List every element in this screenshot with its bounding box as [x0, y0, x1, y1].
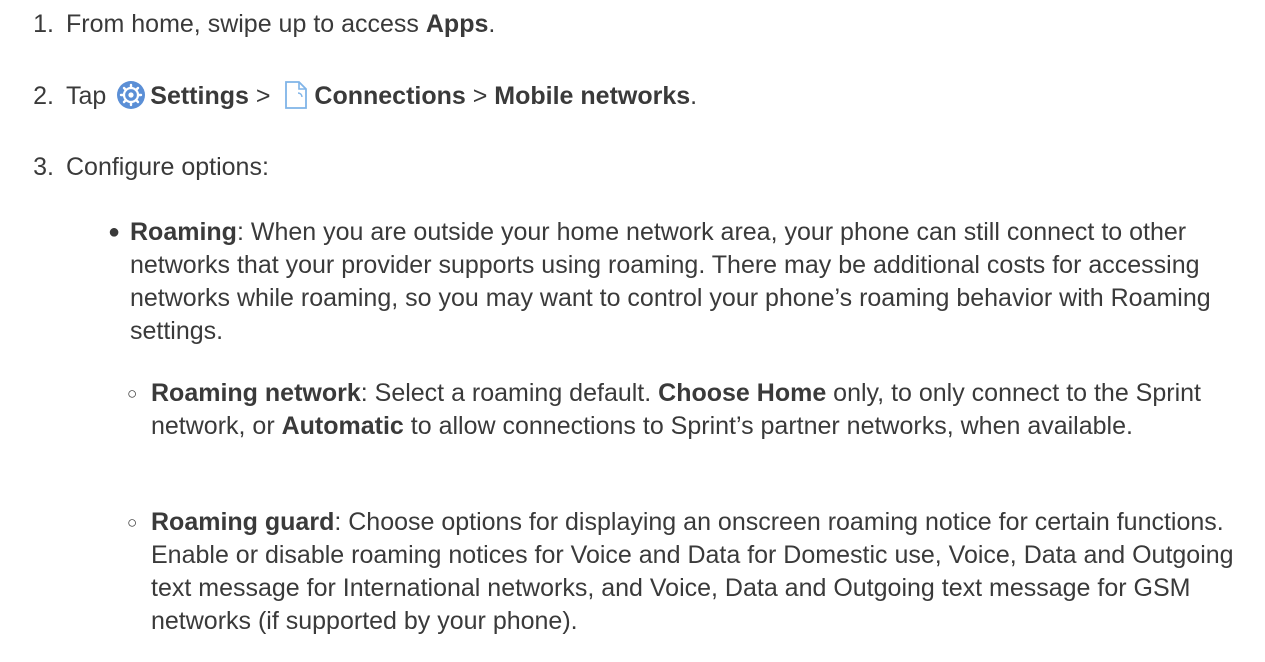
step-1: 1. From home, swipe up to access Apps.: [0, 9, 495, 39]
settings-gear-icon: [117, 81, 146, 109]
roaming-network-item: ○ Roaming network: Select a roaming defa…: [127, 379, 1201, 440]
mobile-networks-label: Mobile networks: [494, 82, 691, 110]
settings-label: Settings: [150, 82, 249, 110]
step-number: 1.: [33, 10, 54, 38]
apps-label: Apps: [425, 10, 489, 38]
roaming-guard-item: ○ Roaming guard: Choose options for disp…: [127, 508, 1234, 635]
step-number: 2.: [33, 82, 54, 110]
roaming-bullet: ● Roaming: When you are outside your hom…: [108, 216, 1240, 348]
roaming-description: : When you are outside your home network…: [130, 218, 1211, 345]
step-number: 3.: [33, 153, 54, 181]
connections-label: Connections: [314, 82, 466, 110]
roaming-heading: Roaming: [130, 218, 237, 246]
circle-bullet-icon: ○: [127, 513, 138, 532]
circle-bullet-icon: ○: [127, 384, 138, 403]
step-3: 3. Configure options:: [0, 152, 269, 182]
instructions-page: 1. From home, swipe up to access Apps. 2.…: [0, 0, 1265, 662]
connections-icon: [285, 81, 308, 109]
bullet-dot-icon: ●: [108, 221, 121, 243]
step-2: 2. Tap Settings > Connections > Mobile ne…: [0, 80, 697, 111]
